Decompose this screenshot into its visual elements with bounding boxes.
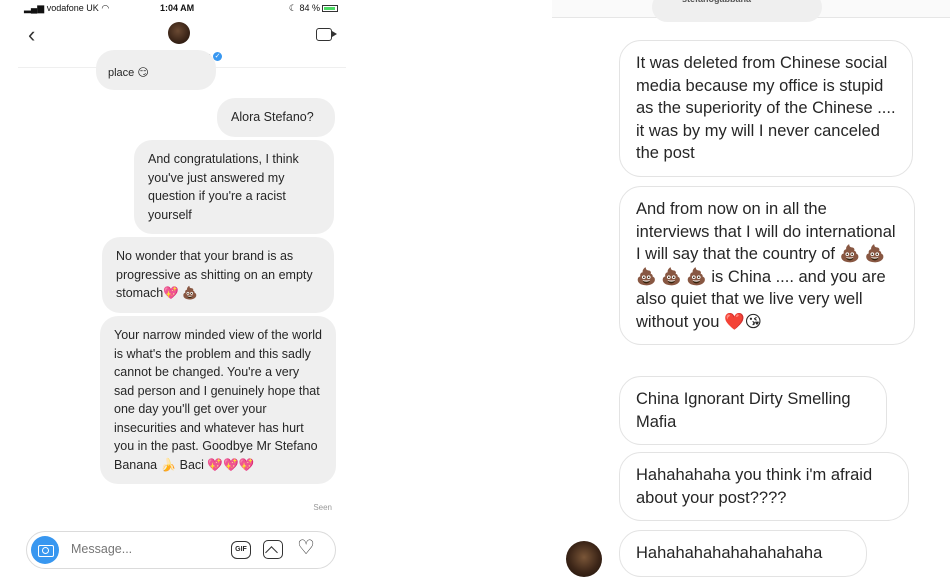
avatar[interactable] [566,541,602,577]
message-bubble: Hahahahaha you think i'm afraid about yo… [619,452,909,521]
message-text: China Ignorant Dirty Smelling Mafia [636,390,851,431]
seen-receipt: Seen [313,503,332,512]
signal-icon: ▂▄▆ [24,3,45,14]
message-text: And from now on in all the interviews th… [636,200,896,331]
message-text: Hahahahahahahahahaha [636,544,823,562]
wifi-icon: ◠ [101,3,110,13]
carrier-name: vodafone UK [46,3,99,13]
message-bubble: Hahahahahahahahahaha [619,530,867,577]
partial-message-text: place 😏 [108,67,149,79]
chat-username: stefanogabbana [682,0,751,4]
carrier-label: ▂▄▆ vodafone UK ◠ [24,3,109,14]
avatar[interactable] [168,22,190,44]
moon-icon: ☾ [288,3,297,13]
message-text: Your narrow minded view of the world is … [114,328,322,472]
heart-icon[interactable]: ♡ [297,538,315,558]
status-bar: ▂▄▆ vodafone UK ◠ 1:04 AM ☾ 84 % [18,0,346,16]
message-composer: GIF ♡ [26,531,336,569]
chat-header-partial: stefanogabbana [552,0,950,22]
battery-percent: 84 % [299,3,320,13]
message-bubble: And congratulations, I think you've just… [134,140,334,234]
message-text: Alora Stefano? [231,110,314,124]
message-text: Hahahahaha you think i'm afraid about yo… [636,466,873,507]
message-input[interactable] [71,542,191,556]
camera-icon[interactable] [31,536,59,564]
right-phone-screen: stefanogabbana It was deleted from Chine… [552,0,950,577]
message-bubble: China Ignorant Dirty Smelling Mafia [619,376,887,445]
message-text: And congratulations, I think you've just… [148,152,299,222]
message-bubble: And from now on in all the interviews th… [619,186,915,345]
battery-indicator: ☾ 84 % [289,3,338,14]
message-bubble: No wonder that your brand is as progress… [102,237,334,313]
video-call-icon[interactable] [316,28,337,41]
message-bubble: It was deleted from Chinese social media… [619,40,913,177]
battery-icon [322,5,338,13]
message-bubble: Alora Stefano? [217,98,335,137]
image-icon[interactable] [263,540,283,559]
message-bubble: Your narrow minded view of the world is … [100,316,336,484]
message-text: No wonder that your brand is as progress… [116,249,313,300]
left-phone-screen: ▂▄▆ vodafone UK ◠ 1:04 AM ☾ 84 % ‹ stefa… [18,0,346,577]
message-text: It was deleted from Chinese social media… [636,54,896,162]
gif-icon[interactable]: GIF [231,541,251,559]
back-icon[interactable]: ‹ [28,24,35,46]
status-time: 1:04 AM [160,3,195,13]
message-bubble-partial: place 😏 [96,50,216,90]
